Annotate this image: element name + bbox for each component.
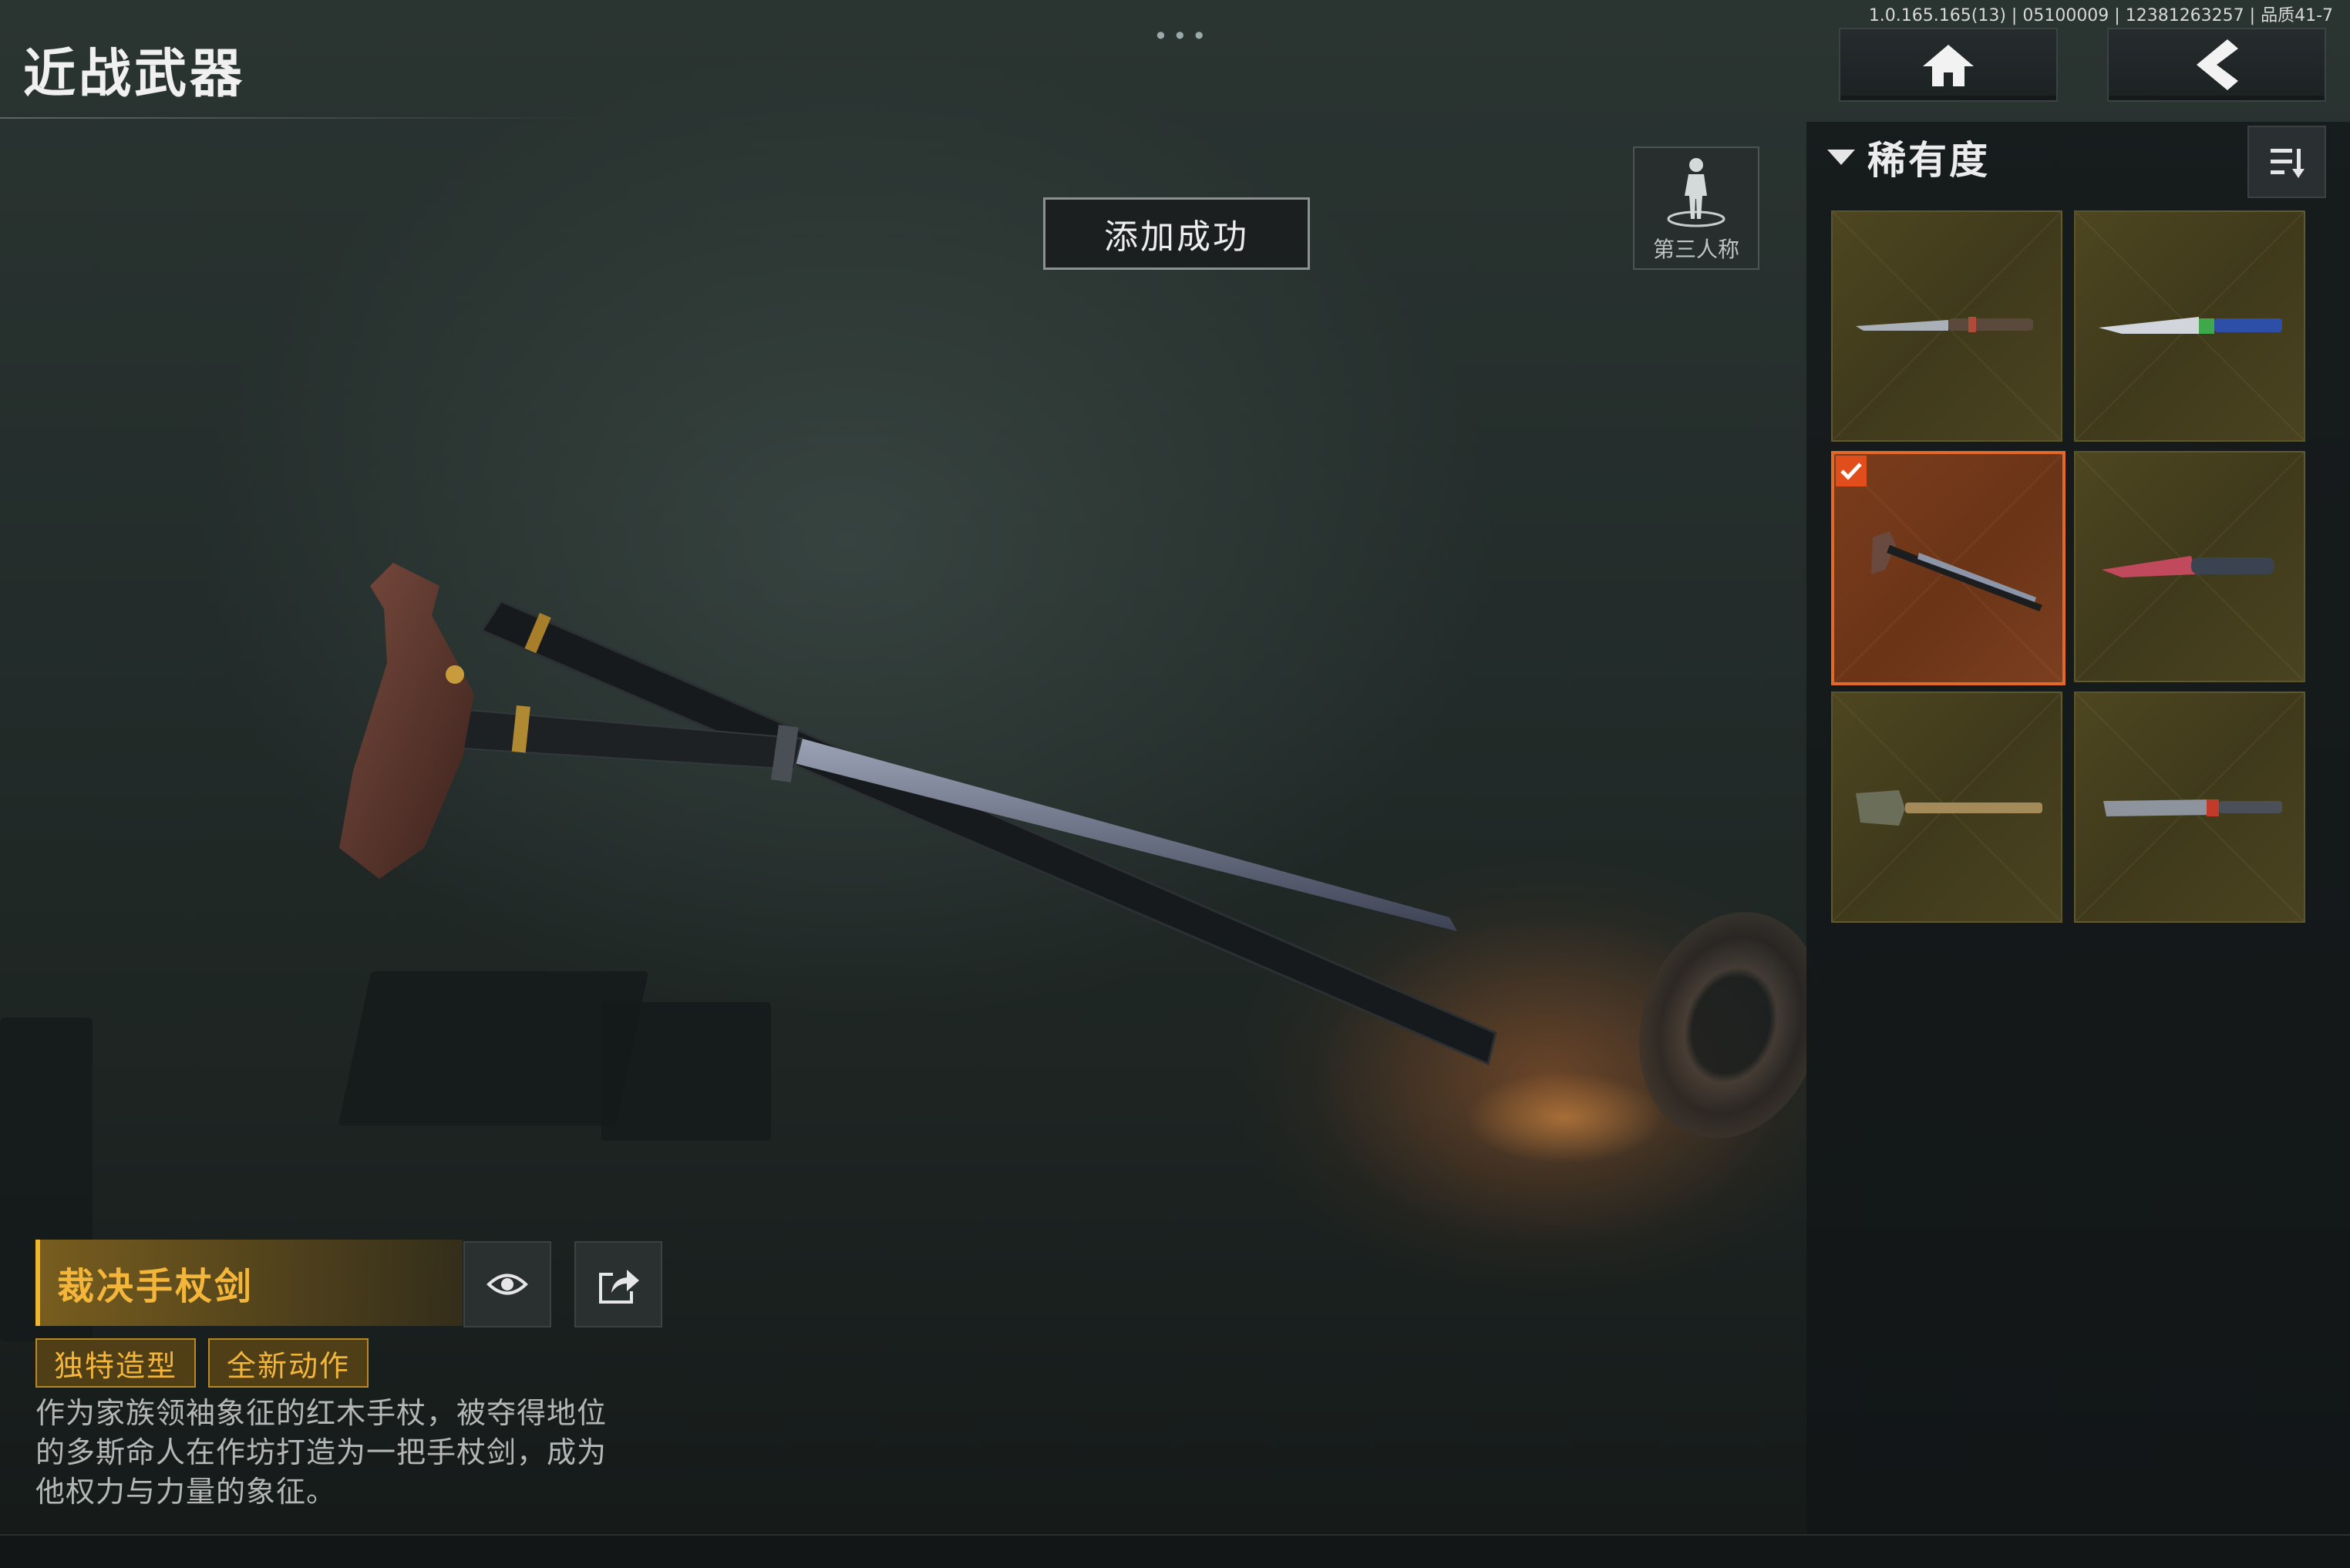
feature-tag: 全新动作 xyxy=(208,1338,369,1388)
caret-down-icon xyxy=(1827,150,1855,165)
shovel-icon xyxy=(1856,790,2042,826)
tactical-knife-icon xyxy=(2099,317,2282,334)
eye-icon xyxy=(486,1274,528,1295)
weapon-slot-shovel[interactable] xyxy=(1831,691,2062,923)
sort-list-icon xyxy=(2271,149,2305,178)
description-line: 的多斯命人在作坊打造为一把手杖剑，成为 xyxy=(35,1435,608,1469)
sword-cane-icon xyxy=(1871,531,2042,611)
weapon-slot-machete[interactable] xyxy=(2074,691,2305,923)
sort-order-button[interactable] xyxy=(2247,126,2326,198)
home-icon xyxy=(1923,45,1974,86)
bottom-bar xyxy=(0,1534,2350,1568)
weapon-slot-combat-knife[interactable] xyxy=(1831,210,2062,442)
weapon-name: 裁决手杖剑 xyxy=(57,1265,254,1308)
third-person-label: 第三人称 xyxy=(1652,237,1739,262)
sort-label: 稀有度 xyxy=(1867,138,1990,183)
machete-icon xyxy=(2103,799,2282,816)
red-knife-icon xyxy=(2102,556,2274,577)
weapon-name-bar: 裁决手杖剑 xyxy=(35,1240,463,1326)
version-info: 1.0.165.165(13) | 05100009 | 12381263257… xyxy=(1868,6,2333,25)
weapon-slot-tactical-knife[interactable] xyxy=(2074,210,2305,442)
person-icon xyxy=(1667,158,1725,227)
divider xyxy=(0,117,594,119)
description-line: 作为家族领袖象征的红木手杖，被夺得地位 xyxy=(35,1396,608,1430)
share-button[interactable] xyxy=(574,1241,662,1327)
weapon-slot-sword-cane[interactable] xyxy=(1831,451,2066,685)
home-button[interactable] xyxy=(1839,28,2058,102)
combat-knife-icon xyxy=(1856,317,2033,332)
third-person-toggle[interactable]: 第三人称 xyxy=(1633,146,1759,270)
description-line: 他权力与力量的象征。 xyxy=(35,1475,337,1509)
toast-message: 添加成功 xyxy=(1043,197,1310,270)
weapon-render xyxy=(339,563,1497,1066)
chevron-left-icon xyxy=(2197,39,2238,90)
more-dots-icon[interactable]: ••• xyxy=(1153,22,1211,51)
feature-tag: 独特造型 xyxy=(35,1338,197,1388)
back-button[interactable] xyxy=(2107,28,2326,102)
weapon-description: 作为家族领袖象征的红木手杖，被夺得地位 的多斯命人在作坊打造为一把手杖剑，成为 … xyxy=(35,1394,675,1512)
preview-button[interactable] xyxy=(463,1241,551,1327)
share-icon xyxy=(599,1270,639,1304)
page-title: 近战武器 xyxy=(23,44,246,105)
rarity-sort-dropdown[interactable]: 稀有度 xyxy=(1827,130,1990,185)
weapon-slot-red-knife[interactable] xyxy=(2074,451,2305,682)
